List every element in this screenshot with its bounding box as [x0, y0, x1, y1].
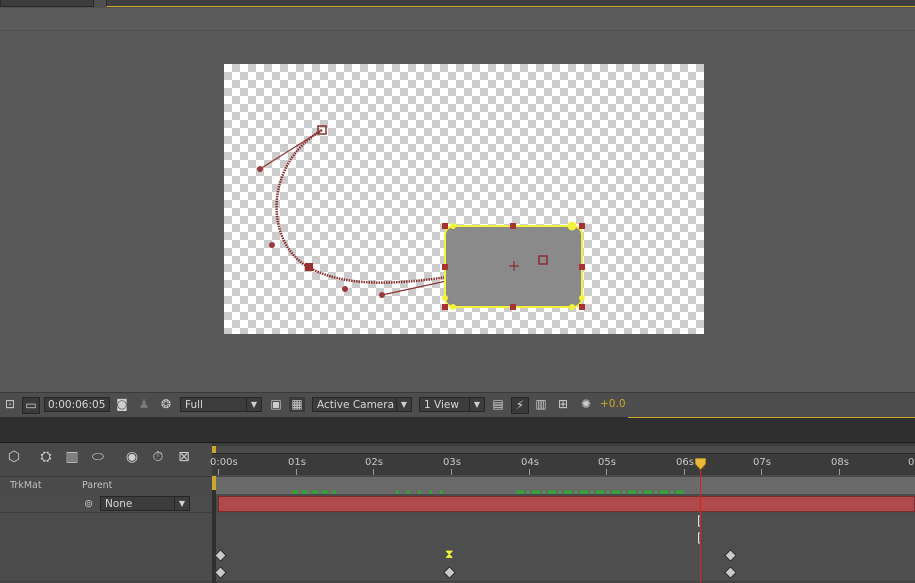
viewer-toolbar: ⊡ ▭ 0:00:06:05 ◙ ♟ ❂ Full ▼ ▣ ▦ Active C… [0, 392, 915, 418]
chevron-down-icon: ▼ [246, 398, 261, 411]
trkmat-header[interactable]: TrkMat [10, 480, 42, 491]
property-track: [ [216, 513, 915, 531]
layer-row[interactable]: ⊚ None ▼ [0, 495, 212, 513]
graph-editor-icon[interactable]: ⊠ [176, 450, 192, 465]
view-layout-value: 1 View [424, 399, 459, 411]
camera-view-dropdown[interactable]: Active Camera ▼ [312, 397, 412, 412]
bezier-handle-line [259, 129, 323, 170]
fast-previews-icon[interactable]: ⚡ [511, 397, 529, 414]
exposure-reset-icon[interactable]: ✺ [578, 397, 594, 412]
keyframe-diamond[interactable] [443, 566, 456, 579]
snapshot-camera-icon[interactable]: ◙ [114, 397, 130, 412]
property-row [0, 564, 212, 582]
show-snapshot-icon[interactable]: ♟ [136, 397, 152, 412]
handle-point [269, 242, 275, 248]
live-update-icon[interactable]: ⬡ [6, 450, 22, 465]
keyframe-diamond[interactable] [724, 549, 737, 562]
exposure-value[interactable]: +0.0 [600, 397, 626, 412]
timeline-icon[interactable]: ▥ [533, 397, 549, 412]
time-marker: 03s [443, 457, 461, 468]
timeline-switches: ⬡ ⛭ ▥ ⬭ ◉ ⏱ ⊠ [0, 443, 212, 473]
time-marker: 04s [521, 457, 539, 468]
chevron-down-icon: ▼ [396, 398, 411, 411]
time-marker: 0 [908, 457, 915, 468]
keyframe-diamond[interactable] [214, 566, 227, 579]
chevron-down-icon: ▼ [174, 497, 189, 510]
property-row [0, 513, 212, 531]
motion-path-overlay[interactable] [0, 0, 915, 392]
parent-dropdown[interactable]: None ▼ [100, 496, 190, 511]
ram-preview-cache [292, 490, 686, 494]
safe-zones-icon[interactable]: ▭ [22, 397, 40, 414]
fast-preview-icon[interactable]: ▣ [268, 397, 284, 412]
time-marker: 0:00s [210, 457, 238, 468]
time-marker: 08s [831, 457, 849, 468]
channel-rgb-icon[interactable]: ❂ [158, 397, 174, 412]
pixel-aspect-icon[interactable]: ▤ [490, 397, 506, 412]
time-ruler[interactable]: 0:00s 01s 02s 03s 04s 05s 06s 07s 08s 0 [210, 443, 915, 475]
keyframe-hourglass-selected[interactable]: ⧗ [445, 547, 453, 562]
property-track: [ [216, 530, 915, 548]
time-marker: 06s [676, 457, 694, 468]
frame-blending-icon[interactable]: ⬭ [90, 450, 106, 465]
playhead-icon[interactable] [695, 458, 706, 470]
transparency-grid-icon[interactable]: ▦ [289, 397, 305, 412]
layer-duration-bar[interactable] [218, 496, 915, 512]
handle-point [342, 286, 348, 292]
view-layout-dropdown[interactable]: 1 View ▼ [419, 397, 485, 412]
stopwatch-icon[interactable]: ⏱ [150, 450, 166, 465]
current-time-field[interactable]: 0:00:06:05 [44, 397, 110, 412]
work-area-bar[interactable] [212, 446, 915, 454]
pickwhip-icon[interactable]: ⊚ [84, 497, 93, 510]
handle-point [379, 292, 385, 298]
time-marker: 05s [598, 457, 616, 468]
keyframe-diamond[interactable] [214, 549, 227, 562]
keyframe-point [305, 263, 313, 271]
keyframe-diamond[interactable] [724, 566, 737, 579]
hide-shy-layers-icon[interactable]: ▥ [64, 450, 80, 465]
property-track [214, 564, 915, 582]
parent-value: None [105, 498, 133, 510]
time-marker: 02s [365, 457, 383, 468]
parent-header[interactable]: Parent [82, 480, 112, 491]
work-area-start-handle[interactable] [212, 446, 216, 453]
flowchart-icon[interactable]: ⊞ [555, 397, 571, 412]
property-row [0, 530, 212, 548]
handle-point [257, 166, 263, 172]
draft-3d-icon[interactable]: ⛭ [38, 450, 54, 465]
property-track: ⧗ [214, 547, 915, 565]
property-row [0, 547, 212, 565]
chevron-down-icon: ▼ [469, 398, 484, 411]
motion-blur-icon[interactable]: ◉ [124, 450, 140, 465]
resolution-value: Full [185, 399, 203, 411]
time-marker: 07s [753, 457, 771, 468]
time-marker: 01s [288, 457, 306, 468]
layer-column-header: TrkMat Parent [0, 476, 212, 496]
panel-divider [0, 418, 915, 443]
current-time-indicator[interactable] [700, 458, 701, 583]
cache-row [216, 477, 915, 494]
region-of-interest-icon[interactable]: ⊡ [2, 397, 18, 412]
resolution-dropdown[interactable]: Full ▼ [180, 397, 262, 412]
camera-view-value: Active Camera [317, 399, 395, 411]
